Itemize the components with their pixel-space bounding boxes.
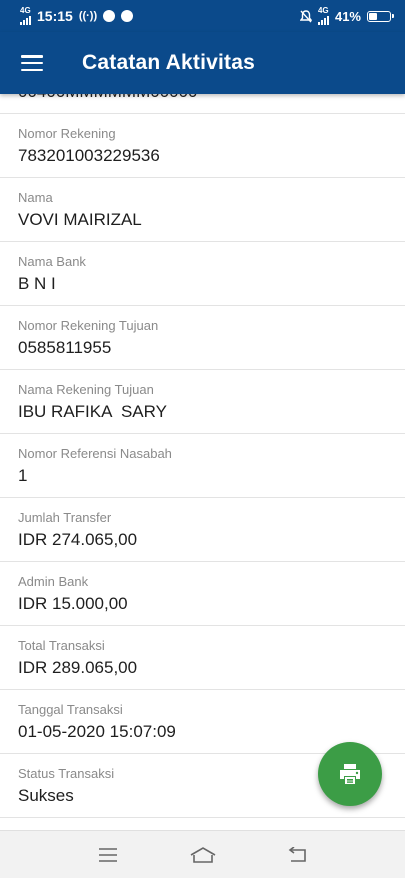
list-item: Nomor Rekening 783201003229536 xyxy=(0,114,405,178)
detail-list[interactable]: 00400MMMMMM00000 Nomor Rekening 78320100… xyxy=(0,94,405,830)
detail-value: IDR 15.000,00 xyxy=(18,594,128,613)
detail-label: Nomor Rekening Tujuan xyxy=(18,318,159,333)
detail-label: Status Transaksi xyxy=(18,766,115,781)
page-title: Catatan Aktivitas xyxy=(82,51,256,74)
print-icon xyxy=(340,764,360,784)
print-button[interactable] xyxy=(318,742,382,806)
list-item: Admin Bank IDR 15.000,00 xyxy=(0,562,405,626)
list-item: Nomor Referensi Nasabah 1 xyxy=(0,434,405,498)
battery-percent: 41% xyxy=(334,8,361,24)
status-right: 4G 41% xyxy=(299,6,394,25)
list-item: Nama Rekening Tujuan IBU RAFIKA SARY xyxy=(0,370,405,434)
detail-label: Admin Bank xyxy=(18,574,89,589)
detail-label: Nama xyxy=(18,190,53,205)
detail-value: B N I xyxy=(18,274,56,293)
detail-value: VOVI MAIRIZAL xyxy=(18,210,142,229)
detail-value: 01-05-2020 15:07:09 xyxy=(18,722,176,741)
detail-value: 0585811955 xyxy=(18,338,112,357)
mute-icon xyxy=(299,9,312,22)
check-notification-icon xyxy=(121,10,134,22)
status-left: 4G 15:15 ((·)) xyxy=(20,7,134,25)
back-button[interactable] xyxy=(278,835,318,875)
detail-value: 1 xyxy=(18,466,28,485)
detail-label: Tanggal Transaksi xyxy=(18,702,123,717)
menu-button[interactable] xyxy=(2,32,62,94)
detail-label: Total Transaksi xyxy=(18,638,105,653)
detail-value: Sukses xyxy=(18,786,74,805)
network-type-right: 4G xyxy=(317,6,329,15)
signal-icon xyxy=(20,15,31,25)
back-icon xyxy=(288,846,306,862)
list-item: Nama Bank B N I xyxy=(0,242,405,306)
list-item: Nomor Rekening Tujuan 0585811955 xyxy=(0,306,405,370)
detail-label: Nomor Referensi Nasabah xyxy=(18,446,172,461)
home-icon xyxy=(190,846,215,863)
detail-value: IDR 274.065,00 xyxy=(18,530,138,549)
list-item: Jumlah Transfer IDR 274.065,00 xyxy=(0,498,405,562)
list-item-cutoff: 00400MMMMMM00000 xyxy=(0,94,405,114)
recent-apps-button[interactable] xyxy=(88,835,128,875)
battery-icon xyxy=(367,10,394,22)
recent-apps-icon xyxy=(98,847,117,862)
status-bar: 4G 15:15 ((·)) 4G 41% xyxy=(0,0,405,32)
network-type-left: 4G xyxy=(20,6,31,15)
status-time: 15:15 xyxy=(37,8,73,24)
menu-icon xyxy=(21,55,43,71)
detail-value: IBU RAFIKA SARY xyxy=(18,402,167,421)
home-button[interactable] xyxy=(183,835,223,875)
app-notification-icon xyxy=(103,10,116,22)
signal-group: 4G xyxy=(20,7,31,25)
system-nav-bar xyxy=(0,830,405,878)
detail-value: IDR 289.065,00 xyxy=(18,658,138,677)
cutoff-value: 00400MMMMMM00000 xyxy=(18,94,198,102)
detail-value: 783201003229536 xyxy=(18,146,160,165)
detail-label: Jumlah Transfer xyxy=(18,510,112,525)
detail-label: Nama Rekening Tujuan xyxy=(18,382,154,397)
list-item: Nama VOVI MAIRIZAL xyxy=(0,178,405,242)
detail-label: Nama Bank xyxy=(18,254,86,269)
signal-group-right: 4G xyxy=(317,6,329,25)
hotspot-icon: ((·)) xyxy=(78,10,98,22)
signal-icon-right xyxy=(317,15,329,25)
app-bar: Catatan Aktivitas xyxy=(0,32,405,94)
list-item: Total Transaksi IDR 289.065,00 xyxy=(0,626,405,690)
detail-label: Nomor Rekening xyxy=(18,126,116,141)
